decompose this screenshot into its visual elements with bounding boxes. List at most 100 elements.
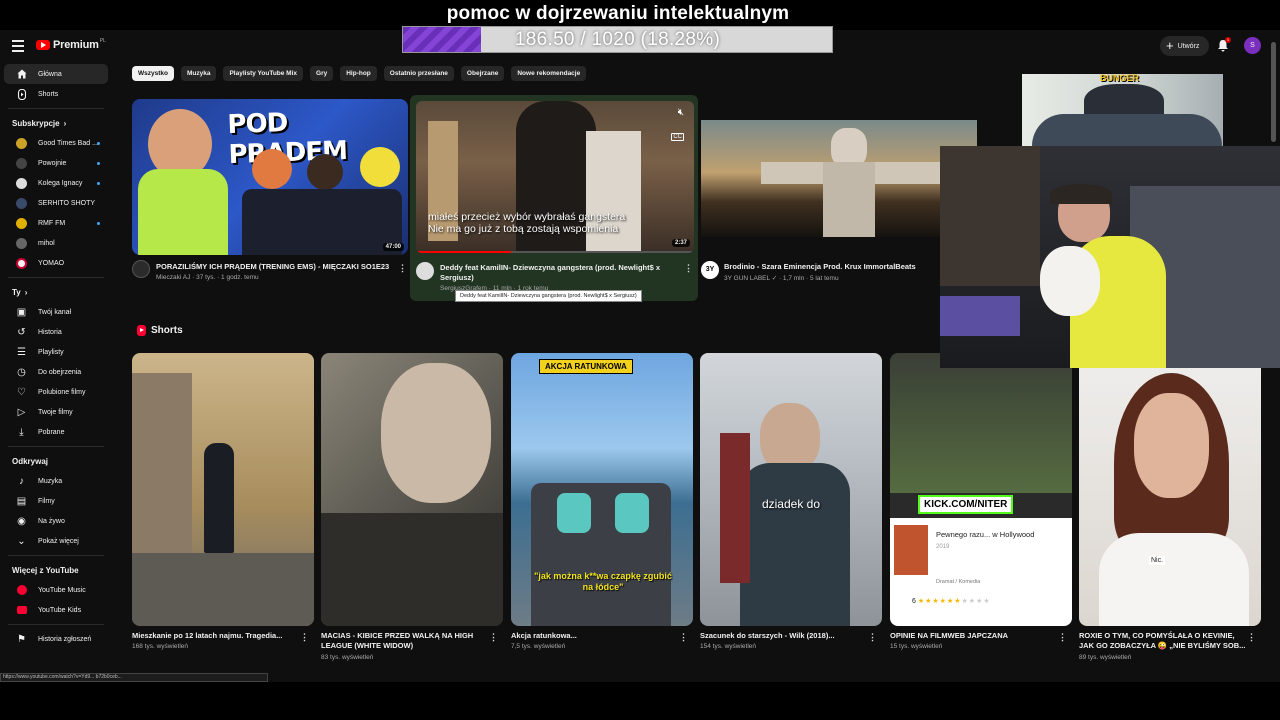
sidebar-item-label: Polubione filmy <box>38 388 86 396</box>
short-thumbnail[interactable] <box>132 353 314 626</box>
sidebar-item-watch-later[interactable]: ◷ Do obejrzenia <box>4 362 108 382</box>
more-options-icon[interactable]: ⋮ <box>1247 632 1256 643</box>
webcam-top: BUNGER <box>1022 74 1223 146</box>
short-title[interactable]: ROXIE O TYM, CO POMYŚLAŁA O KEVINIE, JAK… <box>1079 631 1247 651</box>
you-header[interactable]: Ty › <box>0 282 112 302</box>
sidebar-divider <box>8 624 104 625</box>
thumbnail-room <box>890 353 1072 493</box>
stream-goal-title: pomoc w dojrzewaniu intelektualnym <box>446 3 790 24</box>
sidebar-item-liked[interactable]: ♡ Polubione filmy <box>4 382 108 402</box>
sidebar-subscription[interactable]: RMF FM <box>4 213 108 233</box>
video-meta: 3Y GUN LABEL ✓ · 1,7 mln · 5 lat temu <box>724 275 839 282</box>
channel-avatar[interactable] <box>416 262 434 280</box>
chevron-down-icon: ⌄ <box>17 535 26 547</box>
page-scrollbar-thumb[interactable] <box>1271 42 1276 142</box>
sidebar-subscription[interactable]: Powojnie <box>4 153 108 173</box>
create-button[interactable]: + Utwórz <box>1160 36 1210 56</box>
youtube-logo[interactable]: Premium PL <box>36 38 106 51</box>
video-thumbnail[interactable] <box>701 120 977 237</box>
sidebar-item-home[interactable]: Główna <box>4 64 108 84</box>
video-meta: Mieczaki AJ · 37 tys. · 1 godz. temu <box>156 274 259 281</box>
chip-games[interactable]: Gry <box>310 66 334 81</box>
sidebar-item-report-history[interactable]: ⚑ Historia zgłoszeń <box>4 629 108 649</box>
video-thumbnail[interactable]: POD PRĄDEM 47:00 <box>132 99 408 255</box>
short-title[interactable]: Szacunek do starszych - Wilk (2018)... <box>700 631 868 641</box>
chip-youtube-mix[interactable]: Playlisty YouTube Mix <box>223 66 304 81</box>
short-title[interactable]: Akcja ratunkowa... <box>511 631 679 641</box>
sidebar-subscription[interactable]: Good Times Bad ... <box>4 133 108 153</box>
channel-avatar <box>16 137 27 149</box>
chip-watched[interactable]: Obejrzane <box>460 66 505 81</box>
sidebar-item-show-more[interactable]: ⌄ Pokaż więcej <box>4 531 108 551</box>
sidebar-item-films[interactable]: ▤ Filmy <box>4 491 108 511</box>
sidebar-item-downloads[interactable]: ⤓ Pobrane <box>4 422 108 442</box>
sidebar-item-label: YouTube Music <box>38 586 86 594</box>
short-thumbnail[interactable] <box>321 353 503 626</box>
channel-name[interactable]: Mieczaki AJ <box>156 274 190 281</box>
more-options-icon[interactable]: ⋮ <box>679 632 688 643</box>
sidebar-subscription[interactable]: YOMAO <box>4 253 108 273</box>
chip-recently-uploaded[interactable]: Ostatnio przesłane <box>383 66 454 81</box>
more-options-icon[interactable]: ⋮ <box>300 632 309 643</box>
sidebar-item-label: Twój kanał <box>38 308 72 316</box>
video-title[interactable]: PORAZILIŚMY ICH PRĄDEM (TRENING EMS) - M… <box>156 262 392 272</box>
channel-avatar[interactable]: 3Y <box>701 261 719 279</box>
sidebar-subscription[interactable]: mihol <box>4 233 108 253</box>
captions-icon[interactable]: CC <box>671 133 684 141</box>
sidebar-item-youtube-kids[interactable]: YouTube Kids <box>4 600 108 620</box>
chip-all[interactable]: Wszystko <box>132 66 174 81</box>
sidebar-subscription[interactable]: SERHITO SHOTY <box>4 193 108 213</box>
webcam-dog <box>1040 246 1100 316</box>
video-preview-player[interactable]: miałeś przecież wybór wybrałaś gangstera… <box>416 101 694 253</box>
video-title[interactable]: Deddy feat KamilIN- Dziewczyna gangstera… <box>440 263 672 283</box>
thumbnail-person <box>252 149 292 189</box>
channel-name[interactable]: 3Y GUN LABEL <box>724 275 770 282</box>
short-thumbnail[interactable]: AKCJA RATUNKOWA "jak można k**wa czapkę … <box>511 353 693 626</box>
short-title[interactable]: MACIAS - KIBICE PRZED WALKĄ NA HIGH LEAG… <box>321 631 489 651</box>
sidebar-divider <box>8 555 104 556</box>
chip-hip-hop[interactable]: Hip-hop <box>340 66 377 81</box>
thumbnail-person <box>615 493 649 533</box>
more-options-icon[interactable]: ⋮ <box>684 263 693 274</box>
thumbnail-person <box>307 154 343 190</box>
shorts-icon <box>16 88 27 100</box>
sidebar-item-playlists[interactable]: ☰ Playlisty <box>4 342 108 362</box>
chip-new-recommendations[interactable]: Nowe rekomendacje <box>511 66 587 81</box>
shorts-section-header: Shorts <box>137 325 183 336</box>
sidebar-item-youtube-music[interactable]: YouTube Music <box>4 580 108 600</box>
sidebar-subscription[interactable]: Kolega Ignacy <box>4 173 108 193</box>
chevron-right-icon: › <box>24 287 28 297</box>
more-options-icon[interactable]: ⋮ <box>398 263 407 274</box>
account-avatar[interactable]: S <box>1244 37 1261 54</box>
channel-avatar <box>16 197 27 209</box>
sidebar-item-your-videos[interactable]: ▷ Twoje filmy <box>4 402 108 422</box>
sidebar-item-live[interactable]: ◉ Na żywo <box>4 511 108 531</box>
more-options-icon[interactable]: ⋮ <box>489 632 498 643</box>
short-thumbnail[interactable]: Nic. <box>1079 353 1261 626</box>
more-options-icon[interactable]: ⋮ <box>868 632 877 643</box>
section-title: Shorts <box>151 325 183 336</box>
sidebar-item-label: Shorts <box>38 90 59 98</box>
sidebar-item-label: mihol <box>38 239 55 247</box>
sidebar-item-shorts[interactable]: Shorts <box>4 84 108 104</box>
mute-icon[interactable]: 🔇︎ <box>678 107 684 118</box>
sidebar-item-music[interactable]: ♪ Muzyka <box>4 471 108 491</box>
menu-icon[interactable] <box>12 40 24 55</box>
sidebar-item-your-channel[interactable]: ▣ Twój kanał <box>4 302 108 322</box>
webcam-keyboard <box>940 296 1020 336</box>
video-title[interactable]: Brodinio - Szara Eminencja Prod. Krux Im… <box>724 262 934 272</box>
short-title[interactable]: Mieszkanie po 12 latach najmu. Tragedia.… <box>132 631 300 641</box>
subtitle-line: Nie ma go już z tobą zostają wspomienia <box>428 223 619 235</box>
short-title[interactable]: OPINIE NA FILMWEB JAPCZANA <box>890 631 1058 641</box>
channel-avatar <box>16 157 27 169</box>
short-thumbnail[interactable]: KICK.COM/NITER Pewnego razu... w Hollywo… <box>890 353 1072 626</box>
channel-avatar[interactable] <box>132 260 150 278</box>
more-options-icon[interactable]: ⋮ <box>1058 632 1067 643</box>
youtube-music-icon <box>16 585 27 596</box>
thumbnail-person <box>557 493 591 533</box>
movie-title: Pewnego razu... w Hollywood <box>936 530 1035 539</box>
subscriptions-header[interactable]: Subskrypcje › <box>0 113 112 133</box>
sidebar-item-history[interactable]: ↺ Historia <box>4 322 108 342</box>
short-thumbnail[interactable]: dziadek do <box>700 353 882 626</box>
chip-music[interactable]: Muzyka <box>180 66 217 81</box>
